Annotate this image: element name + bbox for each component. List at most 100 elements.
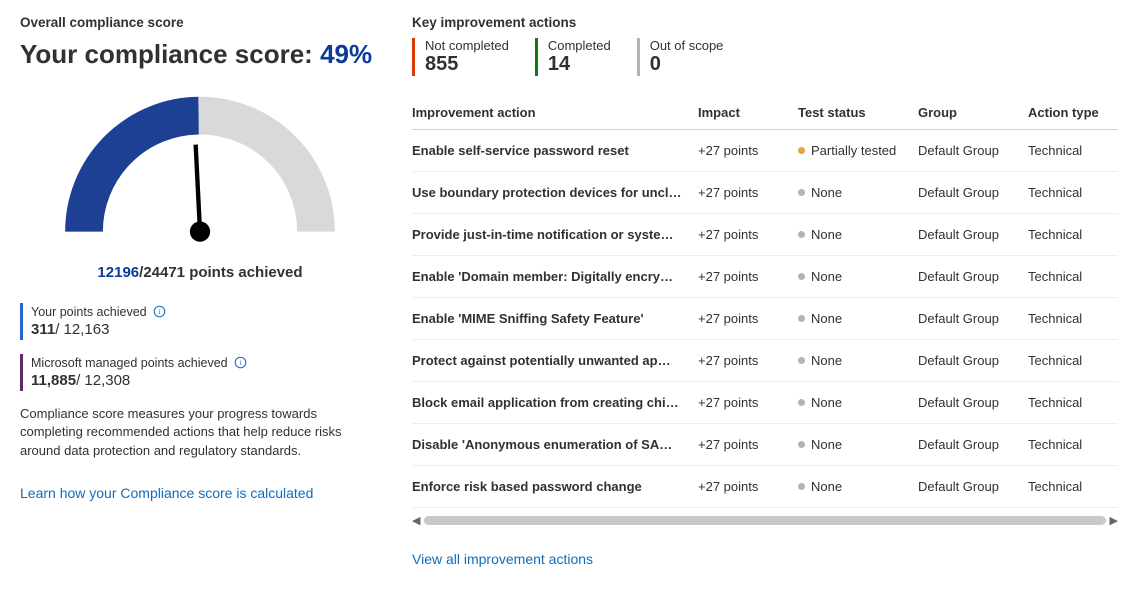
cell-group: Default Group [918,395,1028,410]
cell-impact: +27 points [698,437,798,452]
cell-group: Default Group [918,311,1028,326]
scroll-right-icon[interactable]: ▶ [1110,514,1118,527]
cell-status: None [798,479,918,494]
col-action[interactable]: Improvement action [412,105,698,120]
microsoft-points-value: 11,885 [31,372,76,389]
cell-status: None [798,395,918,410]
table-row[interactable]: Enable 'MIME Sniffing Safety Feature'+27… [412,298,1118,340]
microsoft-points-label: Microsoft managed points achieved [31,356,228,370]
cell-group: Default Group [918,185,1028,200]
table-header: Improvement action Impact Test status Gr… [412,96,1118,130]
score-title-text: Your compliance score: [20,39,320,69]
table-row[interactable]: Enforce risk based password change+27 po… [412,466,1118,508]
cell-action: Disable 'Anonymous enumeration of SA… [412,437,698,452]
info-icon[interactable]: i [153,305,166,318]
status-dot-icon [798,441,805,448]
svg-text:i: i [158,307,160,316]
cell-group: Default Group [918,479,1028,494]
cell-impact: +27 points [698,269,798,284]
your-points-block: Your points achieved i 311/ 12,163 [20,303,380,340]
status-dot-icon [798,399,805,406]
table-row[interactable]: Provide just-in-time notification or sys… [412,214,1118,256]
cell-impact: +27 points [698,479,798,494]
status-dot-icon [798,483,805,490]
svg-text:i: i [239,358,241,367]
score-gauge [55,85,345,258]
horizontal-scrollbar[interactable]: ◀ ▶ [412,514,1118,527]
counter-completed: Completed 14 [535,38,637,76]
col-status[interactable]: Test status [798,105,918,120]
cell-type: Technical [1028,311,1118,326]
cell-action: Enforce risk based password change [412,479,698,494]
scroll-track[interactable] [424,516,1105,525]
cell-status: None [798,269,918,284]
cell-action: Provide just-in-time notification or sys… [412,227,698,242]
cell-status: None [798,185,918,200]
status-dot-icon [798,147,805,154]
cell-impact: +27 points [698,185,798,200]
status-dot-icon [798,231,805,238]
cell-status: None [798,227,918,242]
table-row[interactable]: Use boundary protection devices for uncl… [412,172,1118,214]
cell-action: Protect against potentially unwanted ap… [412,353,698,368]
cell-group: Default Group [918,437,1028,452]
cell-status: Partially tested [798,143,918,158]
col-group[interactable]: Group [918,105,1028,120]
cell-status: None [798,311,918,326]
cell-group: Default Group [918,353,1028,368]
microsoft-points-block: Microsoft managed points achieved i 11,8… [20,354,380,391]
overall-score-heading: Overall compliance score [20,15,380,30]
cell-type: Technical [1028,437,1118,452]
score-panel: Overall compliance score Your compliance… [20,15,380,567]
score-title: Your compliance score: 49% [20,38,380,71]
cell-type: Technical [1028,395,1118,410]
key-actions-counters: Not completed 855 Completed 14 Out of sc… [412,38,1118,76]
key-actions-heading: Key improvement actions [412,15,1118,30]
view-all-link[interactable]: View all improvement actions [412,551,593,567]
table-row[interactable]: Enable 'Domain member: Digitally encry…+… [412,256,1118,298]
cell-action: Enable 'MIME Sniffing Safety Feature' [412,311,698,326]
cell-impact: +27 points [698,353,798,368]
table-row[interactable]: Disable 'Anonymous enumeration of SA…+27… [412,424,1118,466]
table-row[interactable]: Block email application from creating ch… [412,382,1118,424]
cell-action: Use boundary protection devices for uncl… [412,185,698,200]
score-description: Compliance score measures your progress … [20,405,380,462]
cell-type: Technical [1028,143,1118,158]
cell-action: Block email application from creating ch… [412,395,698,410]
points-achieved: 12196/24471 points achieved [20,264,380,281]
actions-table: Improvement action Impact Test status Gr… [412,96,1118,508]
cell-type: Technical [1028,227,1118,242]
col-type[interactable]: Action type [1028,105,1118,120]
your-points-label: Your points achieved [31,305,147,319]
info-icon[interactable]: i [234,356,247,369]
cell-impact: +27 points [698,227,798,242]
score-percent: 49% [320,39,372,69]
counter-not-completed: Not completed 855 [412,38,535,76]
col-impact[interactable]: Impact [698,105,798,120]
status-dot-icon [798,189,805,196]
cell-impact: +27 points [698,143,798,158]
status-dot-icon [798,315,805,322]
cell-type: Technical [1028,185,1118,200]
cell-group: Default Group [918,143,1028,158]
cell-impact: +27 points [698,311,798,326]
improvement-panel: Key improvement actions Not completed 85… [412,15,1118,567]
cell-type: Technical [1028,479,1118,494]
status-dot-icon [798,357,805,364]
scroll-left-icon[interactable]: ◀ [412,514,420,527]
cell-action: Enable self-service password reset [412,143,698,158]
cell-type: Technical [1028,353,1118,368]
cell-group: Default Group [918,269,1028,284]
cell-status: None [798,437,918,452]
your-points-value: 311 [31,321,55,338]
cell-status: None [798,353,918,368]
table-row[interactable]: Enable self-service password reset+27 po… [412,130,1118,172]
cell-impact: +27 points [698,395,798,410]
cell-action: Enable 'Domain member: Digitally encry… [412,269,698,284]
cell-type: Technical [1028,269,1118,284]
table-row[interactable]: Protect against potentially unwanted ap…… [412,340,1118,382]
points-achieved-value: 12196 [97,264,139,281]
cell-group: Default Group [918,227,1028,242]
learn-link[interactable]: Learn how your Compliance score is calcu… [20,485,313,501]
counter-out-of-scope: Out of scope 0 [637,38,750,76]
